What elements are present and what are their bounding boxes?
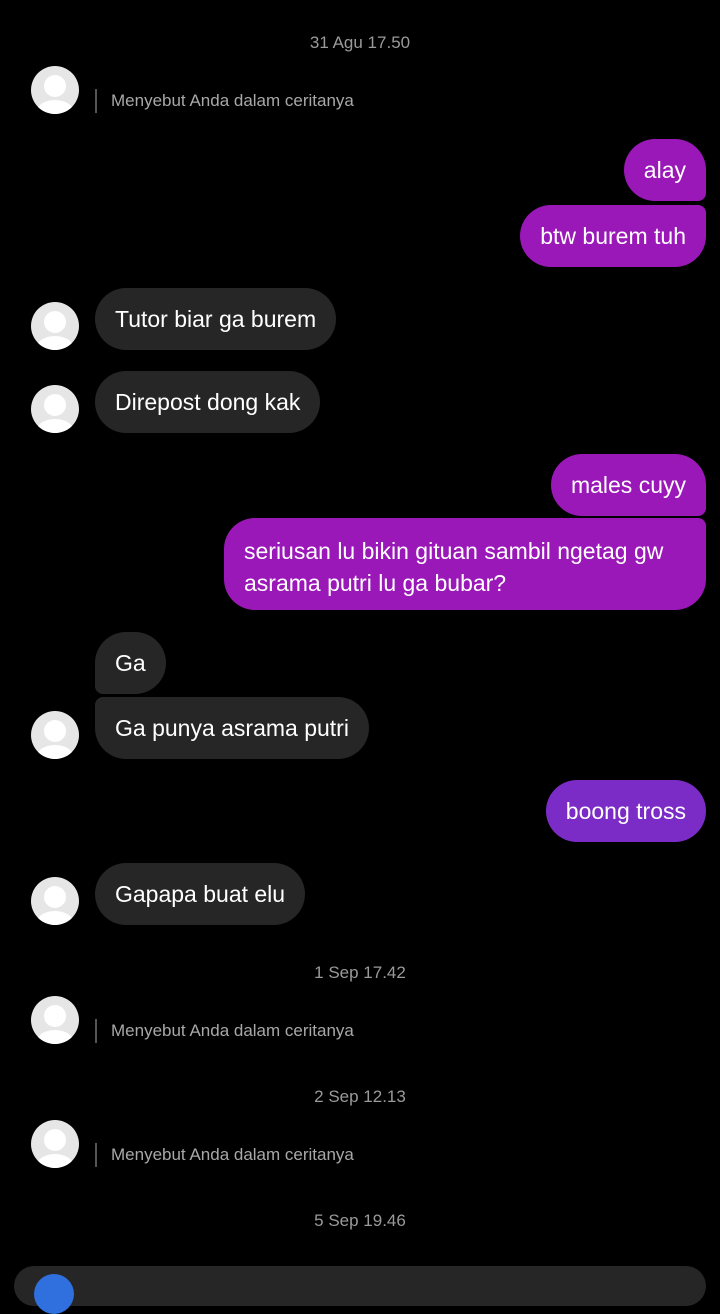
incoming-message[interactable]: Direpost dong kak (95, 371, 321, 433)
avatar[interactable] (31, 877, 79, 925)
story-mention[interactable]: Menyebut Anda dalam ceritanya (95, 1019, 354, 1043)
avatar[interactable] (31, 385, 79, 433)
timestamp: 31 Agu 17.50 (309, 33, 411, 52)
outgoing-message[interactable]: males cuyy (550, 454, 706, 516)
avatar[interactable] (31, 302, 79, 350)
camera-icon[interactable] (34, 1274, 74, 1314)
avatar[interactable] (31, 711, 79, 759)
incoming-message[interactable]: Tutor biar ga burem (95, 288, 337, 350)
story-mention[interactable]: Menyebut Anda dalam ceritanya (95, 1143, 354, 1167)
outgoing-message[interactable]: btw burem tuh (520, 205, 706, 267)
outgoing-message[interactable]: seriusan lu bikin gituan sambil ngetag g… (224, 518, 706, 610)
incoming-message[interactable]: Gapapa buat elu (95, 863, 306, 925)
avatar[interactable] (31, 996, 79, 1044)
avatar[interactable] (31, 66, 79, 114)
incoming-message[interactable]: Ga (95, 632, 166, 694)
message-composer[interactable] (14, 1266, 706, 1314)
timestamp: 1 Sep 17.42 (314, 963, 406, 982)
avatar[interactable] (31, 1120, 79, 1168)
outgoing-message[interactable]: boong tross (545, 780, 706, 842)
incoming-message[interactable]: Ga punya asrama putri (95, 697, 369, 759)
timestamp: 2 Sep 12.13 (314, 1087, 406, 1106)
timestamp: 5 Sep 19.46 (314, 1211, 406, 1230)
story-mention[interactable]: Menyebut Anda dalam ceritanya (95, 89, 354, 113)
outgoing-message[interactable]: alay (623, 139, 706, 201)
